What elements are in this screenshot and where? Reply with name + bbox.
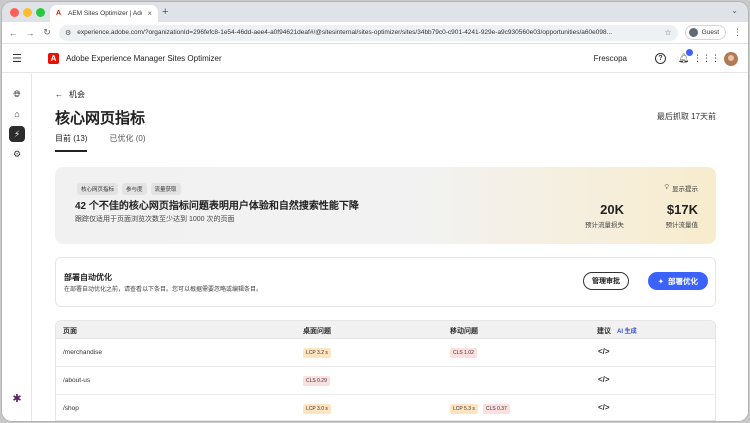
- show-hints-label: 显示提示: [672, 186, 698, 193]
- adobe-logo-icon: A: [48, 53, 59, 64]
- reload-icon[interactable]: ↻: [42, 27, 52, 38]
- tab-optimized-count: (0): [135, 134, 146, 143]
- auto-optimize-title: 部署自动优化: [64, 273, 112, 282]
- cls-badge: CLS 0.29: [303, 376, 330, 386]
- cls-badge: CLS 1.02: [450, 348, 477, 358]
- summary-headline: 42 个不佳的核心网页指标问题表明用户体验和自然搜索性能下降: [75, 201, 359, 212]
- adobe-favicon-icon: A: [56, 10, 62, 17]
- tag-chip: 核心网页指标: [77, 183, 119, 195]
- left-rail: 🌐︎ ⌂ ⚡︎ ⚙ ✱: [2, 74, 32, 421]
- table-row[interactable]: /about-us CLS 0.29 </>: [56, 367, 715, 395]
- cls-badge: CLS 0.37: [483, 404, 510, 414]
- notifications-bell-icon[interactable]: 🔔︎: [678, 49, 693, 64]
- page-path[interactable]: /merchandise: [63, 349, 102, 356]
- metric-value: $17K: [666, 202, 698, 217]
- new-tab-button[interactable]: +: [162, 6, 168, 18]
- tab-title: AEM Sites Optimizer | Adobe: [68, 10, 142, 17]
- globe-icon[interactable]: 🌐︎: [9, 86, 25, 102]
- org-switcher[interactable]: Frescopa: [594, 54, 627, 63]
- back-link-label: 机会: [69, 90, 85, 99]
- metric-label: 预计流量损失: [585, 222, 624, 229]
- notification-badge: [686, 49, 693, 56]
- auto-optimize-panel: 部署自动优化 在部署自动优化之前，请查看以下条目。您可以根据需要忽略或编辑条目。…: [55, 257, 716, 307]
- metric-value: 20K: [600, 202, 624, 217]
- maximize-window-button[interactable]: [36, 8, 45, 17]
- browser-tab[interactable]: A AEM Sites Optimizer | Adobe ×: [50, 5, 158, 22]
- issues-table: 页面 桌面问题 移动问题 建议 AI 生成 /merchandise LCP 3.2…: [55, 320, 716, 421]
- tab-strip: A AEM Sites Optimizer | Adobe × + ⌄: [2, 2, 748, 22]
- tab-optimized[interactable]: 已优化 (0): [109, 133, 145, 152]
- main-content: ← 机会 核心网页指标 最后抓取 17天前 目前 (13) 已优化 (0) 核心…: [33, 74, 748, 421]
- profile-button[interactable]: Guest: [684, 25, 726, 40]
- col-page-header[interactable]: 页面: [63, 326, 77, 336]
- summary-subtext: 跟踪仅适用于页面浏览次数至少达到 1000 次的页面: [75, 216, 235, 223]
- tab-optimized-label: 已优化: [109, 134, 134, 143]
- browser-toolbar: ← → ↻ ⚙ experience.adobe.com/?organizati…: [2, 22, 748, 44]
- opportunity-summary-card: 核心网页指标 参与度 流量获取 42 个不佳的核心网页指标问题表明用户体验和自然…: [55, 167, 716, 244]
- show-hints-link[interactable]: 💡︎ 显示提示: [664, 183, 698, 193]
- guest-label: Guest: [701, 29, 719, 36]
- settings-gear-icon[interactable]: ⚙: [9, 146, 25, 162]
- lightbulb-icon: 💡︎: [664, 184, 669, 191]
- code-suggestion-icon[interactable]: </>: [598, 375, 610, 384]
- page-title: 核心网页指标: [55, 110, 146, 127]
- deploy-optimization-button[interactable]: ✦ 部署优化: [647, 272, 708, 290]
- minimize-window-button[interactable]: [23, 8, 32, 17]
- code-suggestion-icon[interactable]: </>: [598, 347, 610, 356]
- sparkle-icon: ✦: [657, 276, 664, 286]
- traffic-value-metric: $17K 预计流量值: [666, 202, 699, 229]
- lcp-badge: LCP 5.3 s: [450, 404, 478, 414]
- manage-approvals-button[interactable]: 管理审批: [583, 272, 629, 290]
- tag-chip: 流量获取: [150, 183, 181, 195]
- tab-current-label: 目前: [55, 134, 71, 143]
- lcp-badge: LCP 3.2 s: [303, 348, 331, 358]
- address-bar[interactable]: ⚙ experience.adobe.com/?organizationId=2…: [59, 24, 678, 41]
- browser-menu-icon[interactable]: ⋮: [733, 27, 742, 38]
- tab-search-icon[interactable]: ⌄: [731, 6, 738, 15]
- hamburger-menu-icon[interactable]: ☰: [12, 52, 28, 65]
- forward-arrow-icon[interactable]: →: [25, 28, 35, 38]
- deploy-button-label: 部署优化: [668, 276, 698, 286]
- url-text[interactable]: experience.adobe.com/?organizationId=296…: [77, 29, 658, 36]
- close-window-button[interactable]: [10, 8, 19, 17]
- status-tabs: 目前 (13) 已优化 (0): [55, 133, 145, 152]
- app-switcher-grid-icon[interactable]: ⋮⋮⋮: [693, 53, 720, 64]
- col-mobile-header[interactable]: 移动问题: [450, 326, 478, 336]
- col-desktop-header[interactable]: 桌面问题: [303, 326, 331, 336]
- browser-window: A AEM Sites Optimizer | Adobe × + ⌄ ← → …: [2, 2, 748, 421]
- table-body: /merchandise LCP 3.2 s CLS 1.02 </>/about-u…: [56, 339, 715, 420]
- last-fetched-text: 最后抓取 17天前: [656, 112, 716, 121]
- page-path[interactable]: /shop: [63, 405, 79, 412]
- code-suggestion-icon[interactable]: </>: [598, 403, 610, 412]
- back-arrow-icon: ←: [55, 90, 63, 99]
- traffic-loss-metric: 20K 预计流量损失: [585, 202, 624, 229]
- suggestion-header-label: 建议: [597, 328, 611, 335]
- page-path[interactable]: /about-us: [63, 377, 90, 384]
- table-header: 页面 桌面问题 移动问题 建议 AI 生成: [56, 321, 715, 339]
- tab-current[interactable]: 目前 (13): [55, 133, 88, 152]
- tag-chip: 参与度: [122, 183, 147, 195]
- help-icon[interactable]: ?: [655, 53, 666, 64]
- app-title: Adobe Experience Manager Sites Optimizer: [66, 54, 222, 63]
- site-info-icon[interactable]: ⚙: [65, 29, 71, 37]
- table-row[interactable]: /merchandise LCP 3.2 s CLS 1.02 </>: [56, 339, 715, 367]
- lcp-badge: LCP 3.0 s: [303, 404, 331, 414]
- back-link[interactable]: ← 机会: [55, 89, 85, 100]
- bookmark-star-icon[interactable]: ☆: [664, 28, 671, 37]
- home-icon[interactable]: ⌂: [9, 106, 25, 122]
- ai-generated-label: AI 生成: [617, 329, 637, 335]
- col-suggestion-header: 建议 AI 生成: [597, 326, 637, 336]
- close-tab-icon[interactable]: ×: [147, 9, 152, 18]
- back-arrow-icon[interactable]: ←: [8, 28, 18, 38]
- tab-current-count: (13): [73, 134, 88, 143]
- metric-label: 预计流量值: [665, 222, 699, 229]
- app-header: ☰ A Adobe Experience Manager Sites Optim…: [2, 45, 748, 73]
- slack-icon[interactable]: ✱: [10, 391, 24, 405]
- tag-chips: 核心网页指标 参与度 流量获取: [77, 183, 181, 195]
- guest-avatar-icon: [688, 28, 698, 37]
- table-row[interactable]: /shop LCP 3.0 s LCP 5.3 s CLS 0.37 </>: [56, 395, 715, 420]
- user-avatar[interactable]: [724, 51, 738, 66]
- auto-optimize-description: 在部署自动优化之前，请查看以下条目。您可以根据需要忽略或编辑条目。: [64, 287, 263, 293]
- opportunities-icon[interactable]: ⚡︎: [9, 126, 25, 142]
